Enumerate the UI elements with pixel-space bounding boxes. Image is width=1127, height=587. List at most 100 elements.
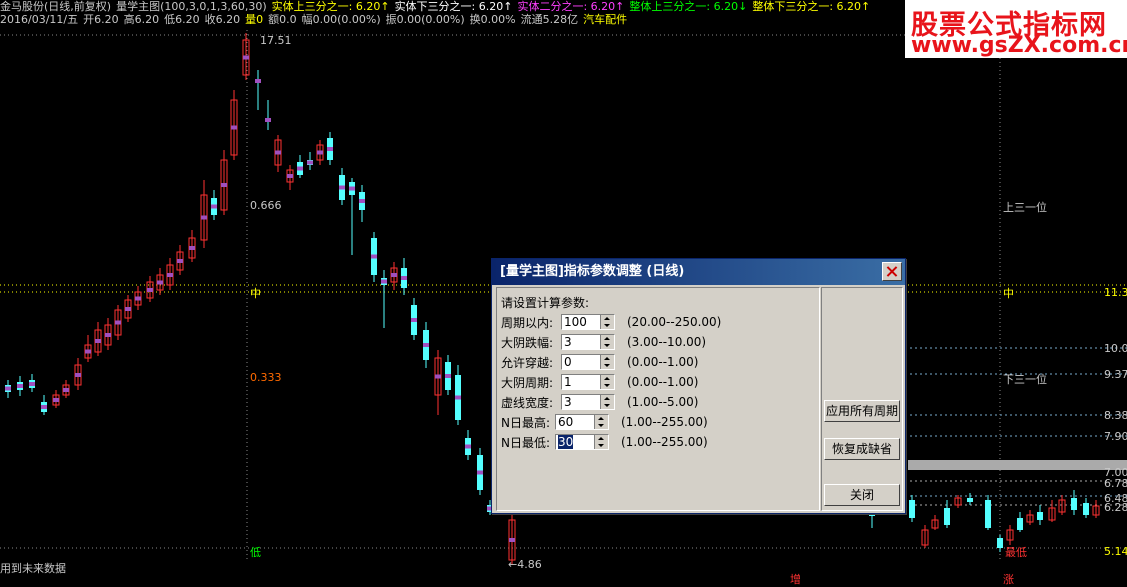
candle-mid-mark	[307, 160, 313, 165]
right-axis-label: 11.3	[1104, 286, 1127, 299]
spinner-arrows-icon[interactable]	[600, 355, 614, 369]
param-value[interactable]: 0	[564, 355, 572, 369]
candle-mid-mark	[255, 79, 261, 83]
param-row: 允许穿越: 0 (0.00--1.00)	[501, 353, 698, 371]
param-dialog[interactable]: [量学主图]指标参数调整 (日线) 请设置计算参数: 周期以内: 100 (20…	[491, 258, 906, 514]
fib-upper-label: 0.666	[250, 199, 282, 212]
candle-mid-mark	[189, 246, 195, 250]
header-body-lower: 实体下三分之一: 6.20↑	[394, 0, 513, 13]
right-axis-label: 7.90	[1104, 430, 1127, 443]
lowest-label: 最低	[1005, 546, 1027, 559]
param-value[interactable]: 30	[558, 435, 574, 449]
candle-mid-mark	[275, 150, 281, 155]
header-line-2: 2016/03/11/五 开6.20 高6.20 低6.20 收6.20 量0 额0.0 幅0…	[0, 13, 632, 26]
dialog-prompt: 请设置计算参数:	[501, 296, 590, 310]
spinner-arrows-icon[interactable]	[600, 315, 614, 329]
candle-mid-mark	[243, 55, 249, 60]
dialog-title: [量学主图]指标参数调整 (日线)	[500, 264, 685, 279]
dialog-titlebar[interactable]: [量学主图]指标参数调整 (日线)	[492, 259, 905, 285]
candle-mid-mark	[5, 386, 11, 391]
candle-mid-mark	[115, 320, 121, 325]
right-axis-label: 5.14	[1104, 545, 1127, 558]
candle-mid-mark	[477, 470, 483, 475]
right-axis-label: 10.0	[1104, 342, 1127, 355]
param-spinner[interactable]: 30	[555, 434, 609, 450]
param-spinner[interactable]: 60	[555, 414, 609, 430]
candle-mid-mark	[17, 384, 23, 388]
watermark-url: www.gsZX.com.cn	[911, 33, 1127, 58]
spinner-arrows-icon[interactable]	[600, 395, 614, 409]
header-turnover: 换0.00%	[469, 13, 516, 26]
close-button[interactable]: 关闭	[824, 484, 900, 506]
param-spinner[interactable]: 0	[561, 354, 615, 370]
dialog-body: 请设置计算参数: 周期以内: 100 (20.00--250.00) 大阴跌幅:…	[494, 287, 903, 511]
candle-mid-mark	[349, 186, 355, 191]
mid-left-label: 中	[250, 287, 261, 300]
candle-mid-mark	[29, 382, 35, 386]
candle-mid-mark	[265, 118, 271, 122]
apply-all-periods-button[interactable]: 应用所有周期	[824, 400, 900, 422]
right-lower-label: 下三一位	[1003, 373, 1047, 386]
candle-mid-mark	[231, 125, 237, 130]
candle-mid-mark	[509, 538, 515, 542]
param-range: (0.00--1.00)	[627, 355, 699, 369]
param-range: (1.00--5.00)	[627, 395, 699, 409]
spinner-arrows-icon[interactable]	[594, 415, 608, 429]
watermark-logo: 股票公式指标网 www.gsZX.com.cn	[905, 0, 1127, 58]
param-value[interactable]: 100	[564, 315, 587, 329]
param-name: 允许穿越:	[501, 355, 554, 370]
spinner-arrows-icon[interactable]	[600, 375, 614, 389]
candle-mid-mark	[157, 280, 163, 285]
param-value[interactable]: 3	[564, 335, 572, 349]
close-icon[interactable]	[882, 262, 902, 281]
candle-mid-mark	[455, 395, 461, 400]
candle-body	[985, 500, 991, 528]
right-upper-label: 上三一位	[1003, 201, 1047, 214]
header-float: 流通5.28亿	[520, 13, 579, 26]
param-row: 大阴跌幅: 3 (3.00--10.00)	[501, 333, 706, 351]
candle-mid-mark	[359, 199, 365, 203]
restore-defaults-button[interactable]: 恢复成缺省	[824, 438, 900, 460]
param-row: 周期以内: 100 (20.00--250.00)	[501, 313, 721, 331]
candle-mid-mark	[53, 398, 59, 402]
param-name: 大阴周期:	[501, 375, 554, 390]
candle-mid-mark	[411, 318, 417, 322]
header-volume: 量0	[245, 13, 264, 26]
param-value[interactable]: 3	[564, 395, 572, 409]
param-range: (1.00--255.00)	[621, 415, 708, 429]
buttons-pane: 应用所有周期 恢复成缺省 关闭	[821, 287, 903, 511]
right-axis-label: 6.28	[1104, 501, 1127, 514]
right-axis-label: 6.78	[1104, 477, 1127, 490]
param-row: 大阴周期: 1 (0.00--1.00)	[501, 373, 698, 391]
param-spinner[interactable]: 3	[561, 394, 615, 410]
param-range: (1.00--255.00)	[621, 435, 708, 449]
candle-mid-mark	[95, 339, 101, 343]
candle-mid-mark	[211, 204, 217, 209]
param-name: N日最低:	[501, 435, 551, 450]
spinner-arrows-icon[interactable]	[594, 435, 608, 449]
param-spinner[interactable]: 3	[561, 334, 615, 350]
candle-body	[1017, 518, 1023, 530]
param-value[interactable]: 60	[558, 415, 573, 429]
candle-mid-mark	[167, 273, 173, 277]
header-stock-name: 金马股份(日线,前复权)	[0, 0, 112, 13]
spinner-arrows-icon[interactable]	[600, 335, 614, 349]
candle-mid-mark	[327, 147, 333, 151]
param-name: 虚线宽度:	[501, 395, 554, 410]
right-axis-label: 9.37	[1104, 368, 1127, 381]
param-range: (3.00--10.00)	[627, 335, 707, 349]
candle-mid-mark	[147, 288, 153, 292]
header-indicator: 量学主图(100,3,0,1,3,60,30)	[116, 0, 267, 13]
param-spinner[interactable]: 100	[561, 314, 615, 330]
price-band	[908, 460, 1127, 470]
params-pane: 请设置计算参数: 周期以内: 100 (20.00--250.00) 大阴跌幅:…	[496, 287, 820, 511]
candle-body	[944, 508, 950, 525]
header-close: 收6.20	[204, 13, 241, 26]
candle-mid-mark	[435, 374, 441, 379]
candle-mid-mark	[317, 150, 323, 155]
param-name: 大阴跌幅:	[501, 335, 554, 350]
param-spinner[interactable]: 1	[561, 374, 615, 390]
param-value[interactable]: 1	[564, 375, 572, 389]
header-line-1: 金马股份(日线,前复权) 量学主图(100,3,0,1,3,60,30) 实体上三分…	[0, 0, 875, 13]
candle-body	[1071, 498, 1077, 510]
